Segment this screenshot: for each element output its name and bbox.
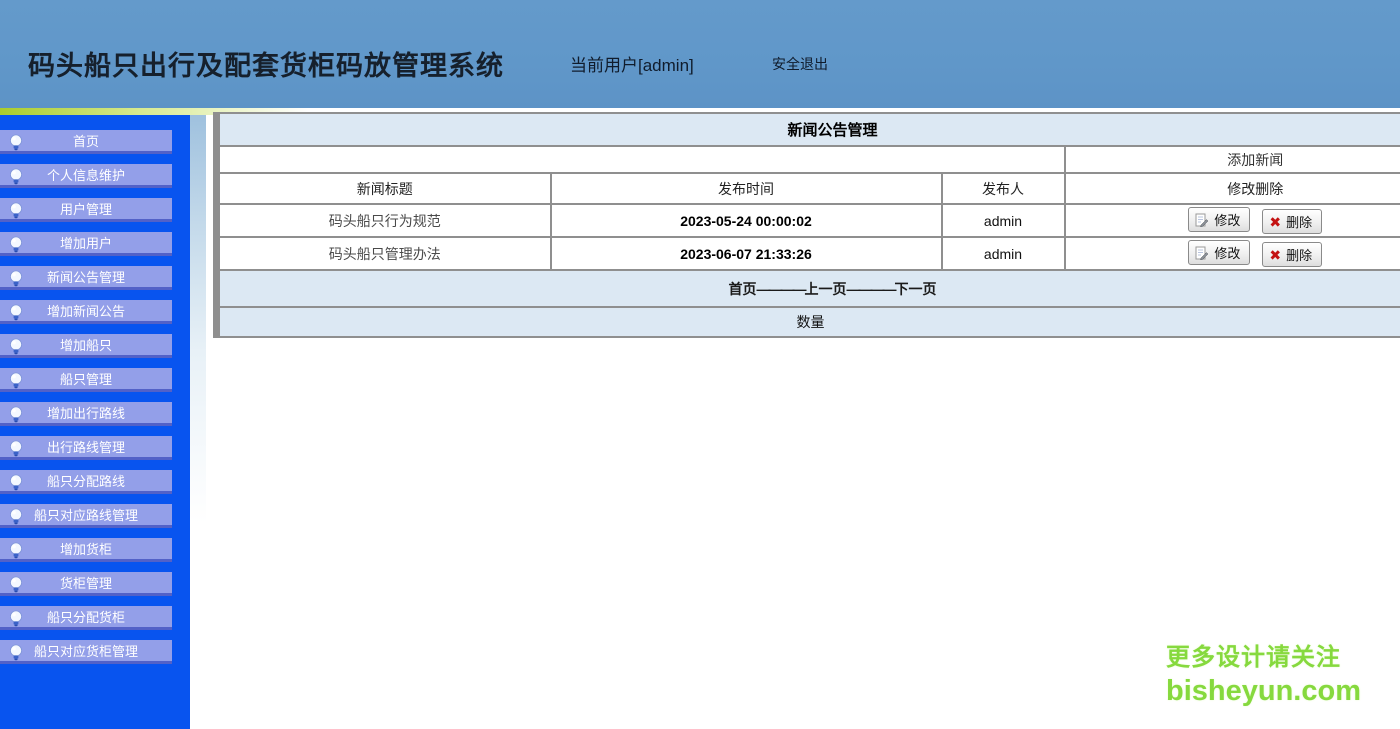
col-header-publisher: 发布人 — [942, 173, 1065, 204]
edit-button[interactable]: 修改 — [1188, 207, 1250, 232]
bulb-icon — [9, 372, 23, 389]
bulb-icon — [9, 610, 23, 627]
sidebar-item-label: 增加货柜 — [60, 539, 112, 558]
pagination-prev-link[interactable]: 上一页 — [805, 281, 847, 297]
edit-icon — [1195, 246, 1209, 260]
table-row: 码头船只管理办法 2023-06-07 21:33:26 admin 修改 ✖删… — [217, 237, 1400, 270]
sidebar-item-user-mgmt[interactable]: 用户管理 — [0, 198, 172, 222]
actions-cell: 修改 ✖删除 — [1065, 204, 1400, 237]
bulb-icon — [9, 576, 23, 593]
news-title-cell: 码头船只管理办法 — [217, 237, 551, 270]
current-user-label: 当前用户[admin] — [570, 51, 694, 76]
col-header-actions: 修改删除 — [1065, 173, 1400, 204]
bulb-icon — [9, 338, 23, 355]
table-row: 码头船只行为规范 2023-05-24 00:00:02 admin 修改 ✖删… — [217, 204, 1400, 237]
sidebar-item-ship-route-mgmt[interactable]: 船只对应路线管理 — [0, 504, 172, 528]
bulb-icon — [9, 542, 23, 559]
publisher-cell: admin — [942, 237, 1065, 270]
sidebar-item-label: 出行路线管理 — [47, 437, 125, 456]
sidebar-item-label: 船只对应货柜管理 — [34, 641, 138, 660]
edit-icon — [1195, 213, 1209, 227]
pagination-separator: ———— — [757, 281, 805, 297]
sidebar-item-label: 增加新闻公告 — [47, 301, 125, 320]
sidebar-item-label: 增加出行路线 — [47, 403, 125, 422]
count-label: 数量 — [217, 307, 1400, 337]
sidebar-item-label: 船只分配路线 — [47, 471, 125, 490]
col-header-time: 发布时间 — [551, 173, 942, 204]
actions-cell: 修改 ✖删除 — [1065, 237, 1400, 270]
bulb-icon — [9, 304, 23, 321]
sidebar-item-label: 增加用户 — [60, 233, 112, 252]
news-title-cell: 码头船只行为规范 — [217, 204, 551, 237]
watermark-line2: bisheyun.com — [1166, 673, 1361, 709]
sidebar-item-ship-container-mgmt[interactable]: 船只对应货柜管理 — [0, 640, 172, 664]
bulb-icon — [9, 270, 23, 287]
bulb-icon — [9, 134, 23, 151]
sidebar-item-ship-assign-container[interactable]: 船只分配货柜 — [0, 606, 172, 630]
col-header-title: 新闻标题 — [217, 173, 551, 204]
delete-x-icon: ✖ — [1269, 215, 1281, 229]
sidebar-fade-band — [190, 115, 206, 545]
app-title: 码头船只出行及配套货柜码放管理系统 — [28, 44, 504, 83]
sidebar-item-add-container[interactable]: 增加货柜 — [0, 538, 172, 562]
sidebar-item-label: 船只分配货柜 — [47, 607, 125, 626]
sidebar-item-news-mgmt[interactable]: 新闻公告管理 — [0, 266, 172, 290]
publish-time-cell: 2023-06-07 21:33:26 — [551, 237, 942, 270]
pagination-separator: ———— — [847, 281, 895, 297]
sidebar-item-label: 船只对应路线管理 — [34, 505, 138, 524]
bulb-icon — [9, 644, 23, 661]
pagination-next-link[interactable]: 下一页 — [895, 281, 937, 297]
delete-button[interactable]: ✖删除 — [1262, 209, 1322, 234]
watermark: 更多设计请关注 bisheyun.com — [1166, 643, 1361, 709]
sidebar-item-home[interactable]: 首页 — [0, 130, 172, 154]
sidebar-item-ship-assign-route[interactable]: 船只分配路线 — [0, 470, 172, 494]
sidebar-item-label: 个人信息维护 — [47, 165, 125, 184]
sidebar-item-add-user[interactable]: 增加用户 — [0, 232, 172, 256]
sidebar-item-add-news[interactable]: 增加新闻公告 — [0, 300, 172, 324]
panel-title: 新闻公告管理 — [217, 113, 1400, 146]
sidebar-item-label: 新闻公告管理 — [47, 267, 125, 286]
news-table: 新闻公告管理 添加新闻 新闻标题 发布时间 发布人 修改删除 码头船只行为规范 … — [213, 112, 1400, 338]
edit-button[interactable]: 修改 — [1188, 240, 1250, 265]
bulb-icon — [9, 406, 23, 423]
publisher-cell: admin — [942, 204, 1065, 237]
pagination-first-link[interactable]: 首页 — [729, 281, 757, 297]
main-content: 新闻公告管理 添加新闻 新闻标题 发布时间 发布人 修改删除 码头船只行为规范 … — [213, 112, 1400, 338]
sidebar-item-ship-mgmt[interactable]: 船只管理 — [0, 368, 172, 392]
sidebar-item-container-mgmt[interactable]: 货柜管理 — [0, 572, 172, 596]
sidebar-item-label: 用户管理 — [60, 199, 112, 218]
sidebar-item-label: 船只管理 — [60, 369, 112, 388]
delete-x-icon: ✖ — [1269, 248, 1281, 262]
bulb-icon — [9, 508, 23, 525]
empty-cell — [217, 146, 1065, 173]
app-window: 码头船只出行及配套货柜码放管理系统 当前用户[admin] 安全退出 首页 个人… — [0, 0, 1400, 729]
pagination-bar: 首页————上一页————下一页 — [217, 270, 1400, 307]
bulb-icon — [9, 168, 23, 185]
header-bar: 码头船只出行及配套货柜码放管理系统 当前用户[admin] 安全退出 — [0, 0, 1400, 108]
watermark-line1: 更多设计请关注 — [1166, 643, 1361, 673]
sidebar-item-label: 增加船只 — [60, 335, 112, 354]
bulb-icon — [9, 236, 23, 253]
sidebar-item-route-mgmt[interactable]: 出行路线管理 — [0, 436, 172, 460]
bulb-icon — [9, 474, 23, 491]
add-news-link[interactable]: 添加新闻 — [1227, 152, 1283, 168]
bulb-icon — [9, 202, 23, 219]
sidebar-item-profile[interactable]: 个人信息维护 — [0, 164, 172, 188]
logout-link[interactable]: 安全退出 — [772, 54, 828, 74]
sidebar-item-add-route[interactable]: 增加出行路线 — [0, 402, 172, 426]
bulb-icon — [9, 440, 23, 457]
sidebar-item-add-ship[interactable]: 增加船只 — [0, 334, 172, 358]
sidebar-item-label: 货柜管理 — [60, 573, 112, 592]
delete-button[interactable]: ✖删除 — [1262, 242, 1322, 267]
sidebar-menu: 首页 个人信息维护 用户管理 增加用户 新闻公告管理 增加新闻公告 增加船只 船… — [0, 115, 190, 729]
publish-time-cell: 2023-05-24 00:00:02 — [551, 204, 942, 237]
sidebar-item-label: 首页 — [73, 131, 99, 150]
